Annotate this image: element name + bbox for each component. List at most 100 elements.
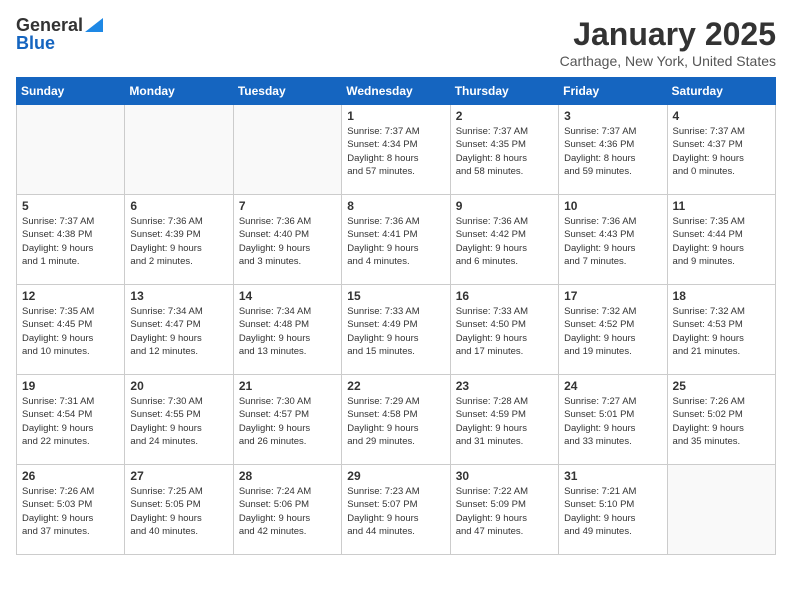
logo-triangle-icon xyxy=(85,18,103,32)
calendar-cell: 8 Sunrise: 7:36 AM Sunset: 4:41 PM Daylig… xyxy=(342,195,450,285)
day-number: 12 xyxy=(22,289,119,303)
day-info: Sunrise: 7:33 AM Sunset: 4:50 PM Dayligh… xyxy=(456,305,553,358)
calendar-cell: 12 Sunrise: 7:35 AM Sunset: 4:45 PM Dayli… xyxy=(17,285,125,375)
day-info: Sunrise: 7:36 AM Sunset: 4:40 PM Dayligh… xyxy=(239,215,336,268)
calendar-cell: 2 Sunrise: 7:37 AM Sunset: 4:35 PM Daylig… xyxy=(450,105,558,195)
day-number: 10 xyxy=(564,199,661,213)
calendar-cell: 10 Sunrise: 7:36 AM Sunset: 4:43 PM Dayli… xyxy=(559,195,667,285)
calendar-cell: 21 Sunrise: 7:30 AM Sunset: 4:57 PM Dayli… xyxy=(233,375,341,465)
calendar-cell: 20Sunrise: 7:30 AM Sunset: 4:55 PM Dayli… xyxy=(125,375,233,465)
logo-general: General xyxy=(16,16,83,34)
day-number: 16 xyxy=(456,289,553,303)
calendar-cell: 17Sunrise: 7:32 AM Sunset: 4:52 PM Dayli… xyxy=(559,285,667,375)
calendar-cell: 23 Sunrise: 7:28 AM Sunset: 4:59 PM Dayli… xyxy=(450,375,558,465)
calendar-cell: 22 Sunrise: 7:29 AM Sunset: 4:58 PM Dayli… xyxy=(342,375,450,465)
calendar-cell: 3Sunrise: 7:37 AM Sunset: 4:36 PM Daylig… xyxy=(559,105,667,195)
day-info: Sunrise: 7:30 AM Sunset: 4:57 PM Dayligh… xyxy=(239,395,336,448)
logo: General Blue xyxy=(16,16,103,52)
calendar-header-row: SundayMondayTuesdayWednesdayThursdayFrid… xyxy=(17,78,776,105)
day-header-tuesday: Tuesday xyxy=(233,78,341,105)
day-number: 15 xyxy=(347,289,444,303)
day-number: 28 xyxy=(239,469,336,483)
day-info: Sunrise: 7:34 AM Sunset: 4:48 PM Dayligh… xyxy=(239,305,336,358)
day-number: 24 xyxy=(564,379,661,393)
day-info: Sunrise: 7:26 AM Sunset: 5:02 PM Dayligh… xyxy=(673,395,770,448)
day-number: 2 xyxy=(456,109,553,123)
day-number: 29 xyxy=(347,469,444,483)
calendar-cell: 24 Sunrise: 7:27 AM Sunset: 5:01 PM Dayli… xyxy=(559,375,667,465)
day-info: Sunrise: 7:37 AM Sunset: 4:36 PM Dayligh… xyxy=(564,125,661,178)
calendar-cell: 15 Sunrise: 7:33 AM Sunset: 4:49 PM Dayli… xyxy=(342,285,450,375)
day-info: Sunrise: 7:35 AM Sunset: 4:44 PM Dayligh… xyxy=(673,215,770,268)
day-info: Sunrise: 7:34 AM Sunset: 4:47 PM Dayligh… xyxy=(130,305,227,358)
day-info: Sunrise: 7:37 AM Sunset: 4:37 PM Dayligh… xyxy=(673,125,770,178)
day-number: 22 xyxy=(347,379,444,393)
day-number: 30 xyxy=(456,469,553,483)
day-number: 1 xyxy=(347,109,444,123)
day-number: 23 xyxy=(456,379,553,393)
day-info: Sunrise: 7:29 AM Sunset: 4:58 PM Dayligh… xyxy=(347,395,444,448)
day-info: Sunrise: 7:36 AM Sunset: 4:42 PM Dayligh… xyxy=(456,215,553,268)
page-header: General Blue January 2025 Carthage, New … xyxy=(16,16,776,69)
day-number: 25 xyxy=(673,379,770,393)
day-header-saturday: Saturday xyxy=(667,78,775,105)
day-number: 4 xyxy=(673,109,770,123)
calendar-cell: 6 Sunrise: 7:36 AM Sunset: 4:39 PM Daylig… xyxy=(125,195,233,285)
day-info: Sunrise: 7:33 AM Sunset: 4:49 PM Dayligh… xyxy=(347,305,444,358)
day-info: Sunrise: 7:21 AM Sunset: 5:10 PM Dayligh… xyxy=(564,485,661,538)
calendar-cell xyxy=(17,105,125,195)
day-info: Sunrise: 7:27 AM Sunset: 5:01 PM Dayligh… xyxy=(564,395,661,448)
calendar-cell xyxy=(233,105,341,195)
day-number: 8 xyxy=(347,199,444,213)
location-title: Carthage, New York, United States xyxy=(560,53,776,69)
day-info: Sunrise: 7:31 AM Sunset: 4:54 PM Dayligh… xyxy=(22,395,119,448)
day-number: 19 xyxy=(22,379,119,393)
title-block: January 2025 Carthage, New York, United … xyxy=(560,16,776,69)
day-number: 13 xyxy=(130,289,227,303)
calendar-week-row: 19 Sunrise: 7:31 AM Sunset: 4:54 PM Dayli… xyxy=(17,375,776,465)
day-info: Sunrise: 7:28 AM Sunset: 4:59 PM Dayligh… xyxy=(456,395,553,448)
calendar-cell: 31 Sunrise: 7:21 AM Sunset: 5:10 PM Dayli… xyxy=(559,465,667,555)
calendar-cell: 28Sunrise: 7:24 AM Sunset: 5:06 PM Dayli… xyxy=(233,465,341,555)
calendar-cell: 30 Sunrise: 7:22 AM Sunset: 5:09 PM Dayli… xyxy=(450,465,558,555)
day-info: Sunrise: 7:37 AM Sunset: 4:35 PM Dayligh… xyxy=(456,125,553,178)
month-title: January 2025 xyxy=(560,16,776,53)
day-info: Sunrise: 7:37 AM Sunset: 4:38 PM Dayligh… xyxy=(22,215,119,268)
calendar-cell: 14Sunrise: 7:34 AM Sunset: 4:48 PM Dayli… xyxy=(233,285,341,375)
day-number: 18 xyxy=(673,289,770,303)
calendar-cell: 19 Sunrise: 7:31 AM Sunset: 4:54 PM Dayli… xyxy=(17,375,125,465)
day-number: 7 xyxy=(239,199,336,213)
day-info: Sunrise: 7:25 AM Sunset: 5:05 PM Dayligh… xyxy=(130,485,227,538)
calendar-cell: 7 Sunrise: 7:36 AM Sunset: 4:40 PM Daylig… xyxy=(233,195,341,285)
calendar-cell: 29 Sunrise: 7:23 AM Sunset: 5:07 PM Dayli… xyxy=(342,465,450,555)
calendar-week-row: 12 Sunrise: 7:35 AM Sunset: 4:45 PM Dayli… xyxy=(17,285,776,375)
day-number: 31 xyxy=(564,469,661,483)
day-info: Sunrise: 7:26 AM Sunset: 5:03 PM Dayligh… xyxy=(22,485,119,538)
calendar-cell xyxy=(667,465,775,555)
calendar-cell: 4 Sunrise: 7:37 AM Sunset: 4:37 PM Daylig… xyxy=(667,105,775,195)
day-number: 21 xyxy=(239,379,336,393)
calendar-cell: 18Sunrise: 7:32 AM Sunset: 4:53 PM Dayli… xyxy=(667,285,775,375)
day-info: Sunrise: 7:36 AM Sunset: 4:39 PM Dayligh… xyxy=(130,215,227,268)
day-info: Sunrise: 7:22 AM Sunset: 5:09 PM Dayligh… xyxy=(456,485,553,538)
calendar-cell: 11Sunrise: 7:35 AM Sunset: 4:44 PM Dayli… xyxy=(667,195,775,285)
day-number: 20 xyxy=(130,379,227,393)
day-number: 6 xyxy=(130,199,227,213)
calendar-cell: 5Sunrise: 7:37 AM Sunset: 4:38 PM Daylig… xyxy=(17,195,125,285)
day-header-friday: Friday xyxy=(559,78,667,105)
day-info: Sunrise: 7:36 AM Sunset: 4:43 PM Dayligh… xyxy=(564,215,661,268)
day-number: 27 xyxy=(130,469,227,483)
calendar-cell: 26 Sunrise: 7:26 AM Sunset: 5:03 PM Dayli… xyxy=(17,465,125,555)
calendar-week-row: 26 Sunrise: 7:26 AM Sunset: 5:03 PM Dayli… xyxy=(17,465,776,555)
calendar-cell: 16 Sunrise: 7:33 AM Sunset: 4:50 PM Dayli… xyxy=(450,285,558,375)
calendar-cell: 1Sunrise: 7:37 AM Sunset: 4:34 PM Daylig… xyxy=(342,105,450,195)
calendar-week-row: 5Sunrise: 7:37 AM Sunset: 4:38 PM Daylig… xyxy=(17,195,776,285)
day-info: Sunrise: 7:23 AM Sunset: 5:07 PM Dayligh… xyxy=(347,485,444,538)
day-number: 26 xyxy=(22,469,119,483)
day-info: Sunrise: 7:36 AM Sunset: 4:41 PM Dayligh… xyxy=(347,215,444,268)
day-info: Sunrise: 7:32 AM Sunset: 4:52 PM Dayligh… xyxy=(564,305,661,358)
day-info: Sunrise: 7:35 AM Sunset: 4:45 PM Dayligh… xyxy=(22,305,119,358)
calendar-cell: 13 Sunrise: 7:34 AM Sunset: 4:47 PM Dayli… xyxy=(125,285,233,375)
day-header-sunday: Sunday xyxy=(17,78,125,105)
logo-blue: Blue xyxy=(16,34,55,52)
